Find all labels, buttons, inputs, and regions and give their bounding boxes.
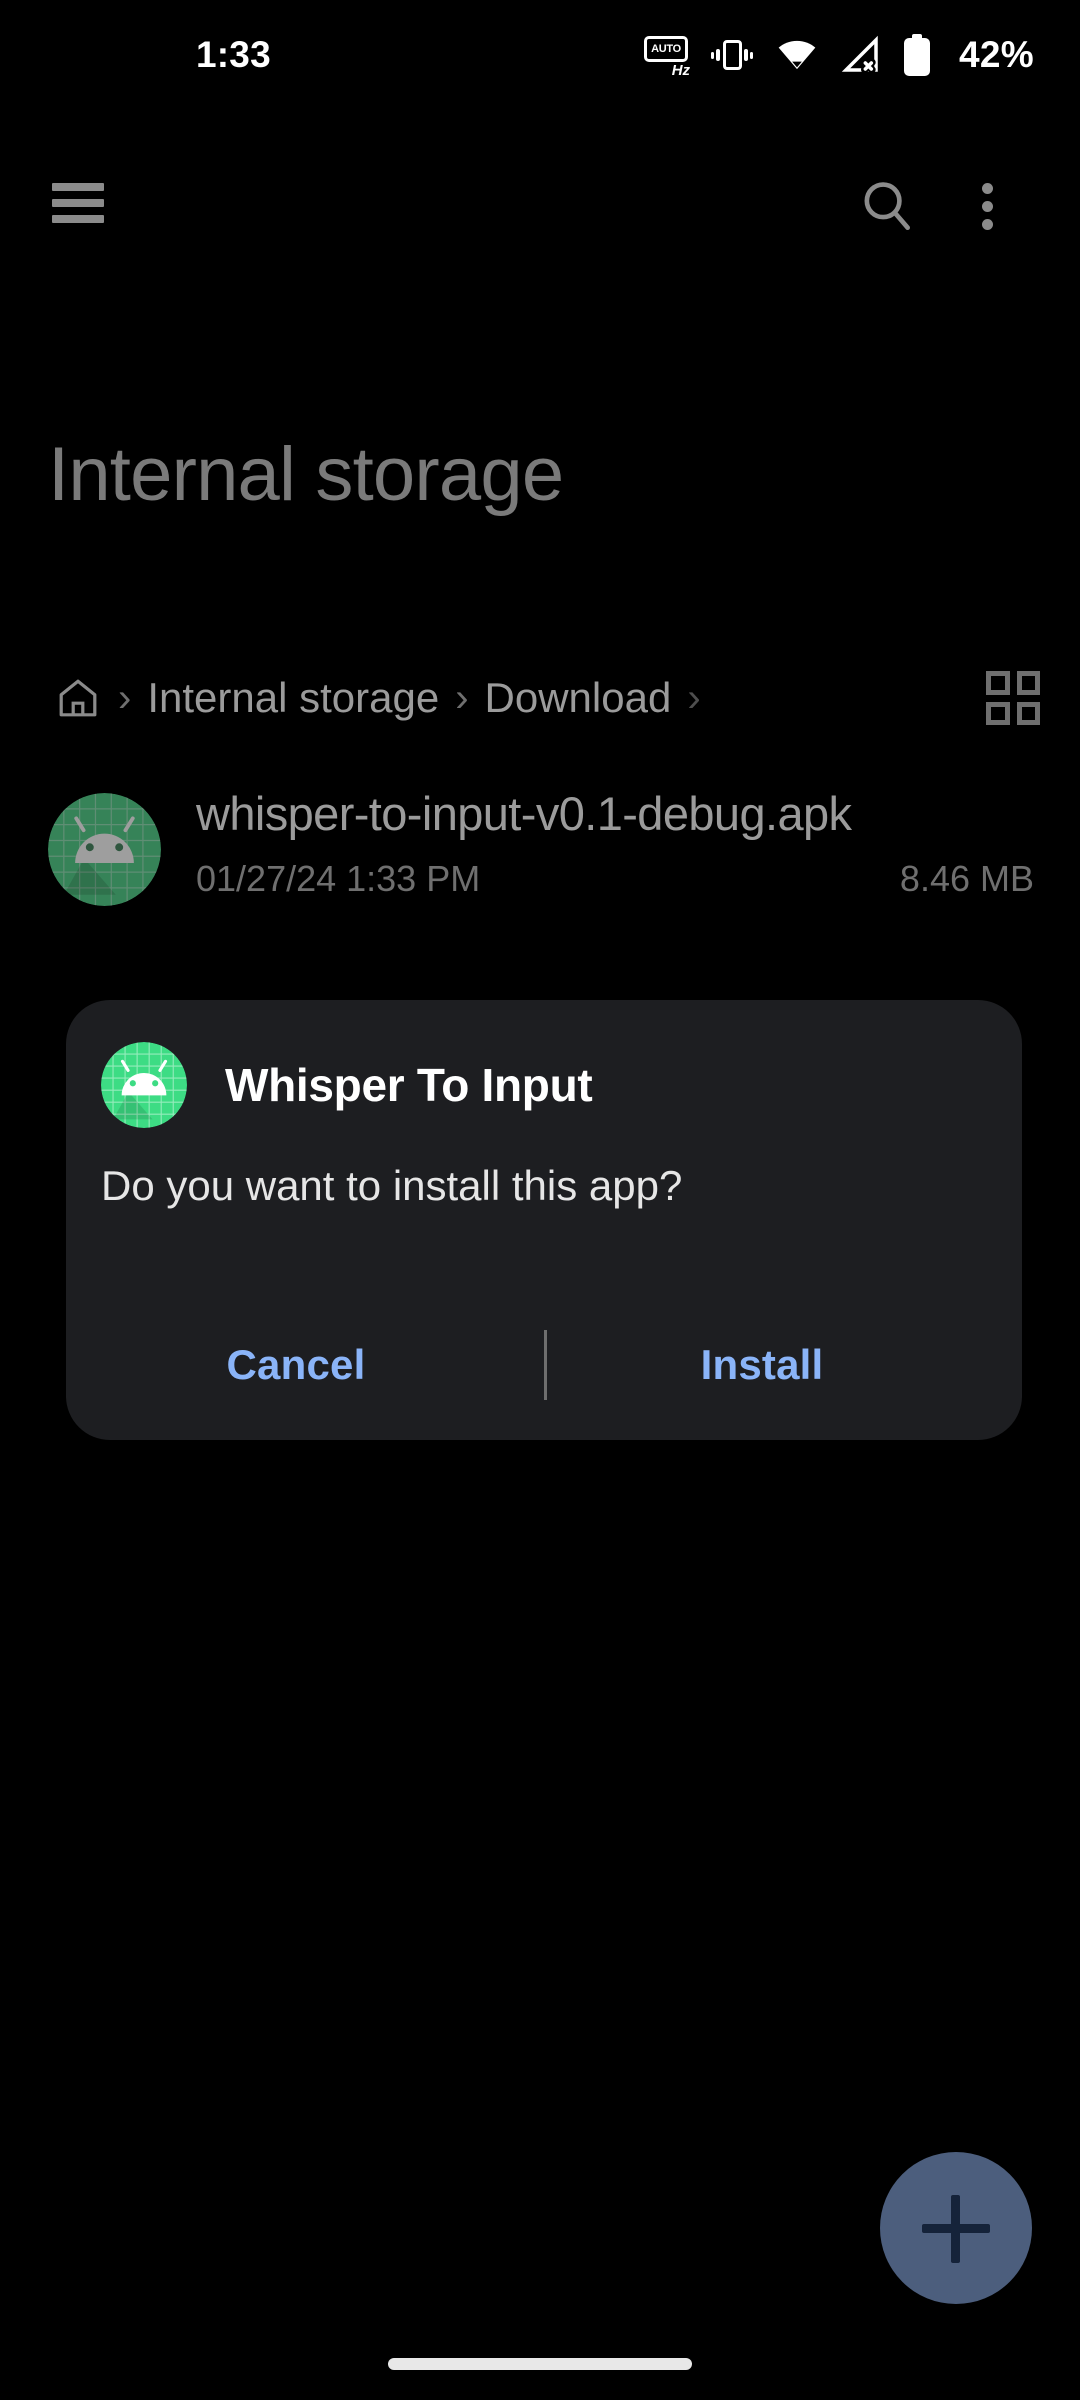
vibrate-icon: [711, 35, 754, 75]
dialog-message: Do you want to install this app?: [101, 1162, 683, 1209]
auto-hz-unit: Hz: [671, 62, 691, 79]
breadcrumb-item-internal-storage[interactable]: Internal storage: [147, 677, 439, 719]
apk-android-icon: [48, 793, 161, 906]
phone-screen: 1:33 AUTO Hz 42% Internal storage › Inte…: [0, 0, 1080, 2400]
more-vertical-icon[interactable]: [956, 175, 1018, 237]
file-size: 8.46 MB: [899, 858, 1034, 899]
breadcrumb-item-download[interactable]: Download: [485, 677, 672, 719]
status-bar: 1:33 AUTO Hz 42%: [0, 0, 1080, 110]
dialog-title: Whisper To Input: [225, 1059, 593, 1111]
breadcrumb-separator: ›: [687, 676, 701, 720]
grid-view-icon[interactable]: [986, 671, 1040, 725]
cancel-button[interactable]: Cancel: [166, 1290, 426, 1440]
gesture-home-pill[interactable]: [388, 2358, 692, 2370]
home-icon[interactable]: [54, 674, 102, 722]
battery-icon: [904, 34, 931, 76]
wifi-icon: [778, 40, 816, 70]
app-toolbar: [0, 150, 1080, 270]
plus-icon: [951, 2195, 960, 2263]
status-bar-clock: 1:33: [196, 34, 271, 75]
cellular-off-icon: [841, 35, 878, 74]
file-date: 01/27/24 1:33 PM: [196, 858, 481, 899]
table-row[interactable]: whisper-to-input-v0.1-debug.apk 01/27/24…: [0, 780, 1080, 930]
breadcrumb-separator: ›: [118, 676, 132, 720]
breadcrumb: › Internal storage › Download ›: [0, 650, 1080, 746]
battery-percent-label: 42%: [959, 34, 1034, 75]
page-title: Internal storage: [48, 432, 564, 517]
search-icon[interactable]: [856, 175, 918, 237]
hamburger-menu-icon[interactable]: [52, 183, 104, 223]
status-bar-icons: AUTO Hz 42%: [644, 34, 1034, 79]
auto-hz-icon: AUTO Hz: [644, 35, 691, 79]
add-fab-button[interactable]: [880, 2152, 1032, 2304]
breadcrumb-separator: ›: [455, 676, 469, 720]
install-dialog: Whisper To Input Do you want to install …: [66, 1000, 1022, 1440]
apk-android-icon: [101, 1042, 187, 1128]
install-button[interactable]: Install: [632, 1290, 892, 1440]
dialog-actions: Cancel Install: [66, 1290, 1022, 1440]
auto-hz-label: AUTO: [651, 42, 681, 55]
dialog-header: Whisper To Input: [101, 1042, 593, 1128]
dialog-button-divider: [544, 1330, 547, 1400]
file-name: whisper-to-input-v0.1-debug.apk: [196, 787, 852, 840]
